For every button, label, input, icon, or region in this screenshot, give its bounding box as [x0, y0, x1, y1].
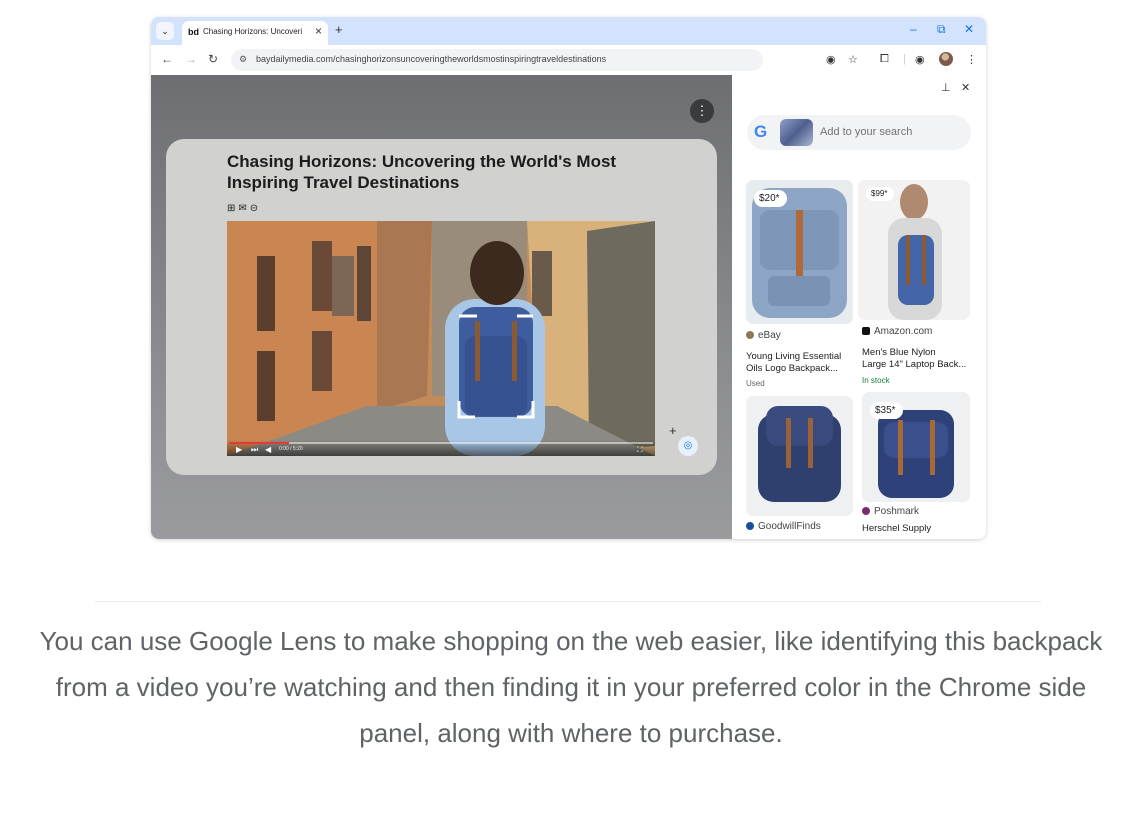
video-frame	[227, 221, 655, 456]
lens-icon[interactable]: ◉	[826, 53, 836, 66]
overlay-menu-icon[interactable]: ⋮	[690, 99, 714, 123]
tab-close-icon[interactable]: ×	[315, 24, 322, 38]
caption: You can use Google Lens to make shopping…	[0, 618, 1142, 756]
play-icon[interactable]: ▶	[236, 445, 242, 454]
tune-icon[interactable]: ⚙	[239, 54, 247, 65]
price-badge: $20*	[754, 190, 787, 207]
lens-search-icon[interactable]: ◎	[678, 436, 698, 456]
back-button[interactable]: ←	[161, 52, 173, 66]
site-favicon: bd	[188, 27, 199, 37]
google-logo-icon: G	[754, 122, 768, 141]
article-title: Chasing Horizons: Uncovering the World's…	[227, 152, 617, 192]
side-panel-lens-icon[interactable]: ◉	[915, 53, 925, 66]
goodwillfinds-icon	[746, 522, 754, 530]
minimize-button[interactable]: –	[910, 22, 917, 36]
volume-icon[interactable]: ◀	[265, 445, 271, 454]
fullscreen-icon[interactable]: ⛶	[637, 445, 643, 455]
bookmark-star-icon[interactable]: ☆	[848, 53, 858, 66]
new-tab-button[interactable]: +	[335, 22, 343, 37]
result-source: eBay	[746, 330, 781, 341]
profile-avatar[interactable]	[939, 52, 953, 66]
tab-search-button[interactable]: ⌄	[156, 22, 174, 40]
result-stock: Used	[746, 379, 765, 388]
price-badge: $35*	[870, 402, 903, 419]
tab-title: Chasing Horizons: Uncoveri	[203, 27, 303, 36]
share-icons[interactable]: ⊞✉⊝	[227, 203, 261, 214]
reload-button[interactable]: ↻	[208, 52, 218, 66]
search-placeholder: Add to your search	[820, 126, 913, 138]
pin-icon[interactable]: ⊥	[941, 81, 951, 94]
caption-line: You can use Google Lens to make shopping…	[39, 626, 1103, 656]
forward-button[interactable]: →	[185, 52, 197, 66]
result-name-line1: Young Living Essential	[746, 351, 842, 362]
video-time: 0:00 / 5:20	[279, 446, 303, 452]
result-name-line1: Herschel Supply	[862, 523, 932, 534]
side-panel: ⊥ ✕ G Add to your search $20* eBay Young…	[732, 75, 986, 539]
caption-line: from a video you’re watching and then fi…	[55, 672, 1087, 702]
article-card: Chasing Horizons: Uncovering the World's…	[166, 139, 717, 475]
extensions-icon[interactable]: ⧠	[880, 53, 889, 66]
tab-strip: ⌄ bd Chasing Horizons: Uncoveri × + – ⧉ …	[151, 17, 986, 45]
address-bar[interactable]: ⚙ baydailymedia.com/chasinghorizonsuncov…	[231, 49, 763, 71]
toolbar-divider: |	[903, 53, 906, 65]
price-badge: $99*	[866, 187, 895, 201]
tab-active[interactable]: bd Chasing Horizons: Uncoveri ×	[182, 21, 328, 45]
result-source: GoodwillFinds	[746, 521, 821, 532]
result-source: Amazon.com	[862, 326, 932, 337]
browser-window: ⌄ bd Chasing Horizons: Uncoveri × + – ⧉ …	[151, 17, 986, 539]
video-progress-track[interactable]	[229, 442, 653, 444]
section-divider	[95, 601, 1041, 602]
url-text: baydailymedia.com/chasinghorizonsuncover…	[256, 54, 607, 64]
video-player[interactable]: ▶ ⏭ ◀ 0:00 / 5:20 ⛶	[227, 221, 655, 456]
result-source: Poshmark	[862, 506, 919, 517]
caption-line: panel, along with where to purchase.	[359, 718, 783, 748]
ebay-icon	[746, 331, 754, 339]
browser-menu-icon[interactable]: ⋮	[966, 53, 977, 66]
search-image-thumbnail[interactable]	[780, 119, 813, 146]
result-stock: In stock	[862, 376, 890, 385]
result-name-line2: Oils Logo Backpack...	[746, 363, 838, 374]
video-controls: ▶ ⏭ ◀ 0:00 / 5:20 ⛶	[227, 440, 655, 456]
next-icon[interactable]: ⏭	[251, 445, 258, 455]
close-panel-icon[interactable]: ✕	[961, 81, 970, 94]
amazon-icon	[862, 327, 870, 335]
poshmark-icon	[862, 507, 870, 515]
result-image	[858, 180, 970, 320]
result-image	[746, 396, 853, 516]
lens-search-box[interactable]: G Add to your search	[747, 115, 971, 150]
close-window-button[interactable]: ✕	[964, 22, 974, 36]
result-name-line2: Large 14" Laptop Back...	[862, 359, 967, 370]
crosshair-cursor-icon: +	[669, 423, 677, 438]
toolbar: ← → ↻ ⚙ baydailymedia.com/chasinghorizon…	[151, 45, 986, 75]
video-progress-fill	[229, 442, 289, 444]
restore-button[interactable]: ⧉	[937, 22, 946, 37]
result-name-line1: Men's Blue Nylon	[862, 347, 936, 358]
page-content: ⋮ Chasing Horizons: Uncovering the World…	[151, 75, 732, 539]
